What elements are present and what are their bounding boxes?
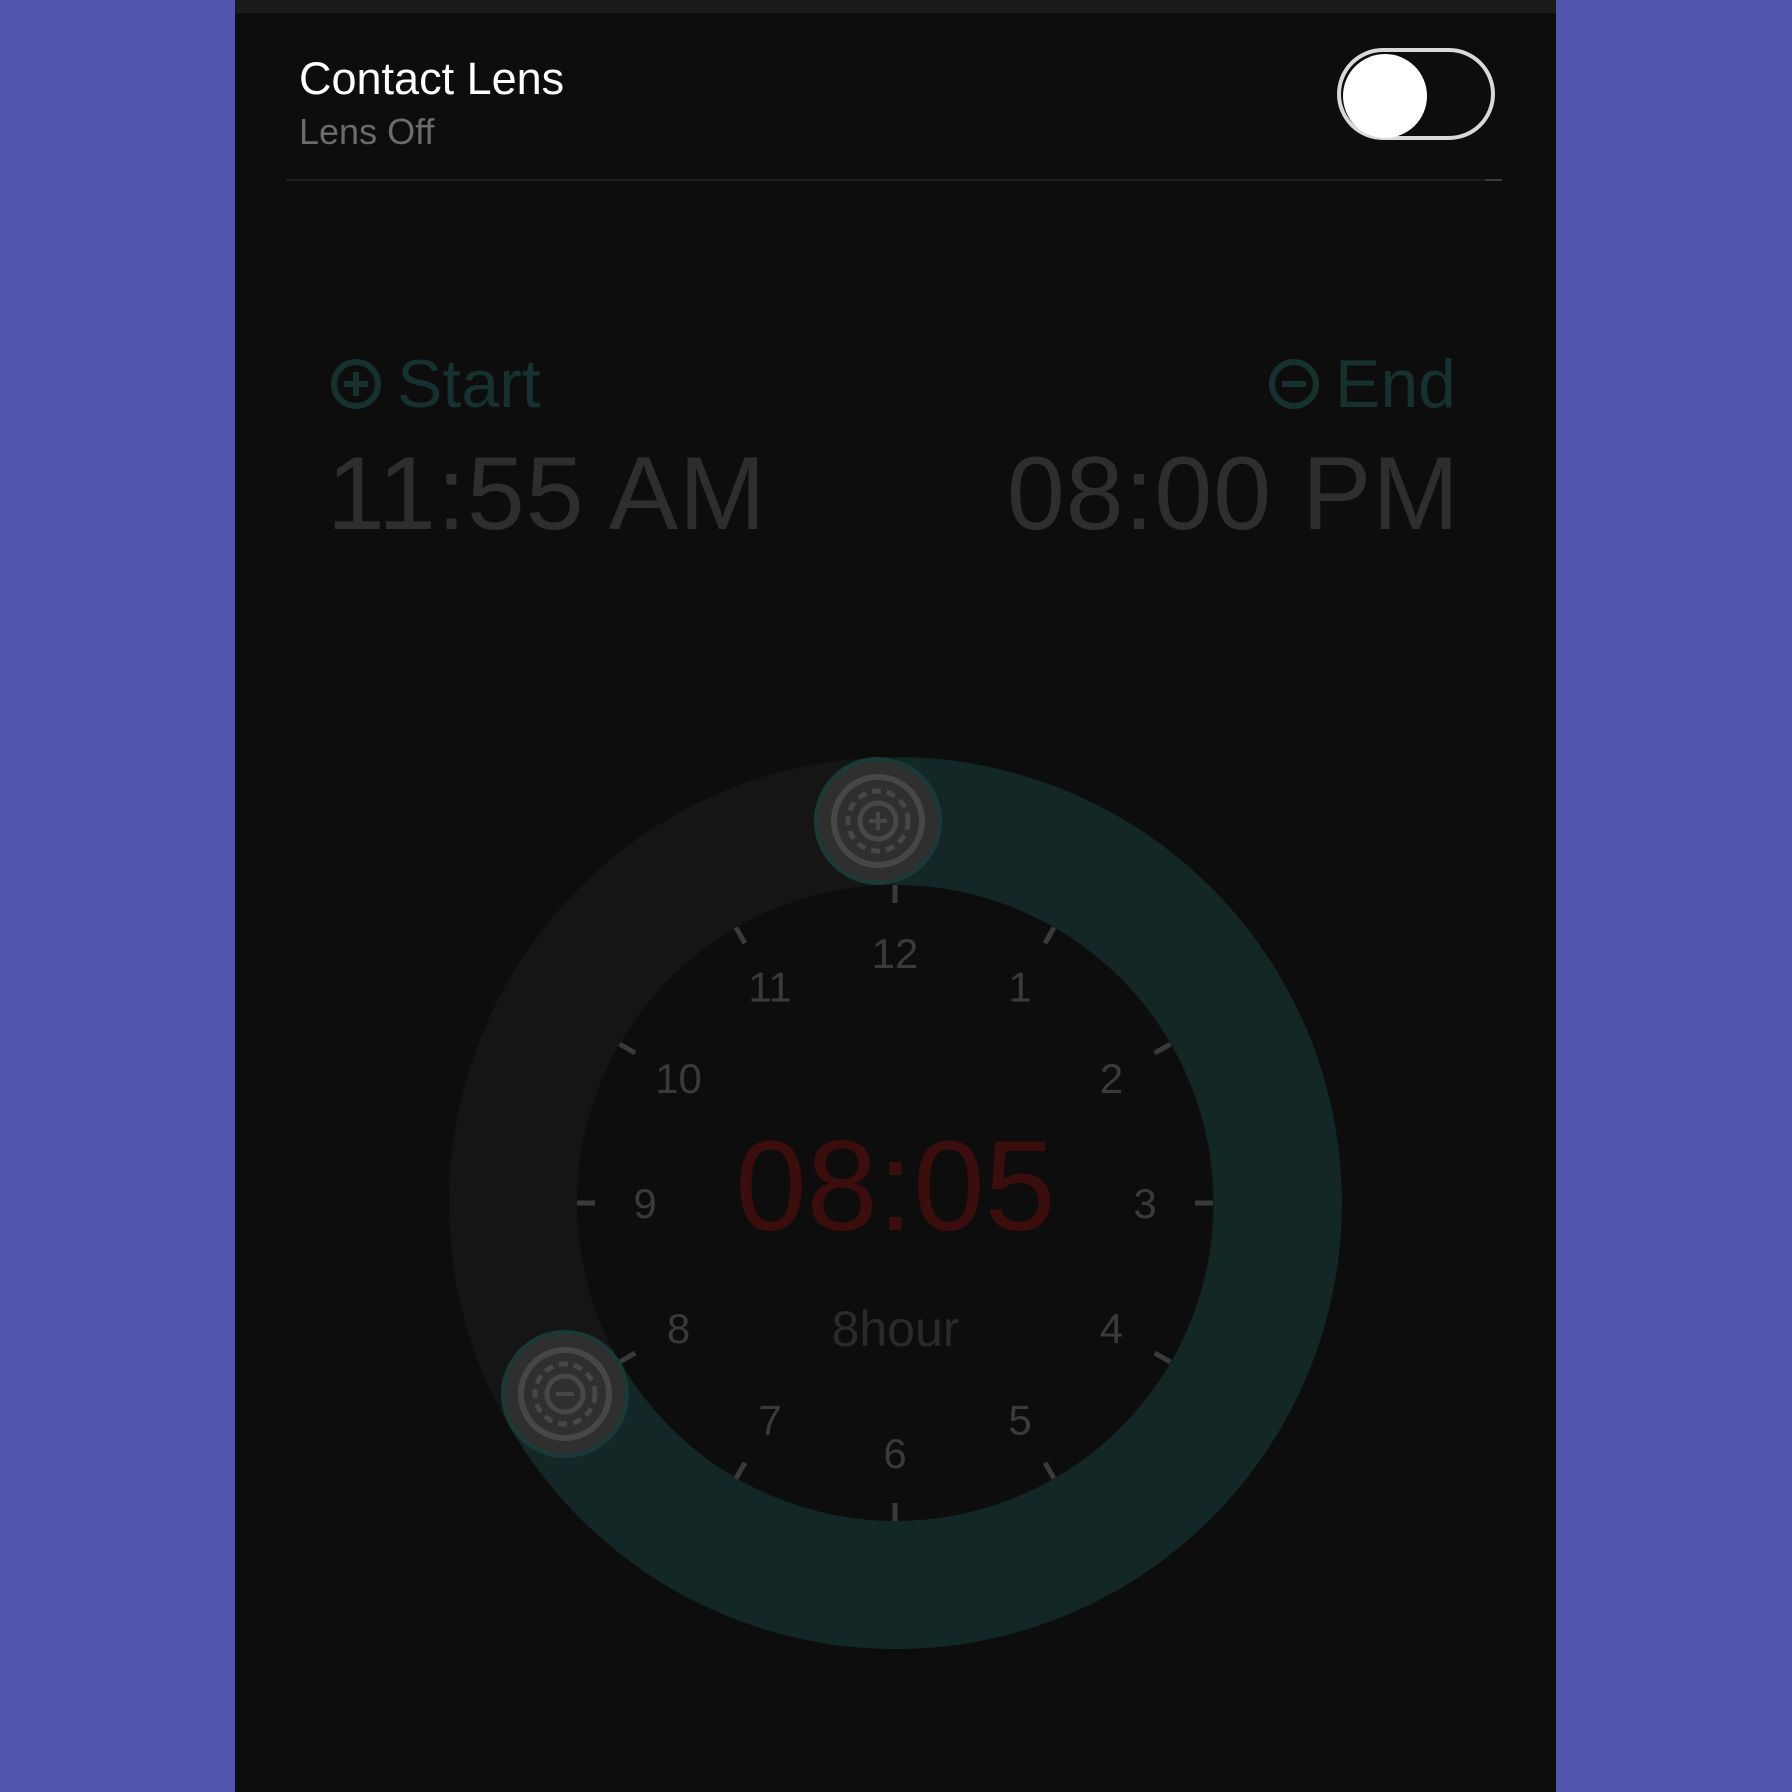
hour-label-1: 1 — [1008, 963, 1031, 1010]
hour-label-11: 11 — [748, 963, 792, 1010]
hour-label-7: 7 — [758, 1397, 781, 1444]
dial-tick — [733, 1461, 748, 1480]
hour-label-10: 10 — [655, 1055, 702, 1102]
hour-label-12: 12 — [872, 930, 919, 977]
duration-label: 8hour — [831, 1301, 960, 1357]
start-handle[interactable] — [814, 757, 942, 885]
app-screen: Contact Lens Lens Off Start End 11:55 AM… — [235, 0, 1556, 1792]
hour-label-6: 6 — [883, 1430, 906, 1477]
dial-tick — [1042, 1461, 1057, 1480]
hour-label-5: 5 — [1008, 1397, 1031, 1444]
dial-tick — [1042, 926, 1057, 945]
dial-tick — [618, 1041, 637, 1056]
hour-label-2: 2 — [1100, 1055, 1123, 1102]
elapsed-time: 08:05 — [735, 1115, 1056, 1258]
dial-tick — [733, 926, 748, 945]
clock-dial[interactable]: 121234567891011 — [235, 0, 1556, 1792]
dial-tick — [1153, 1041, 1172, 1056]
